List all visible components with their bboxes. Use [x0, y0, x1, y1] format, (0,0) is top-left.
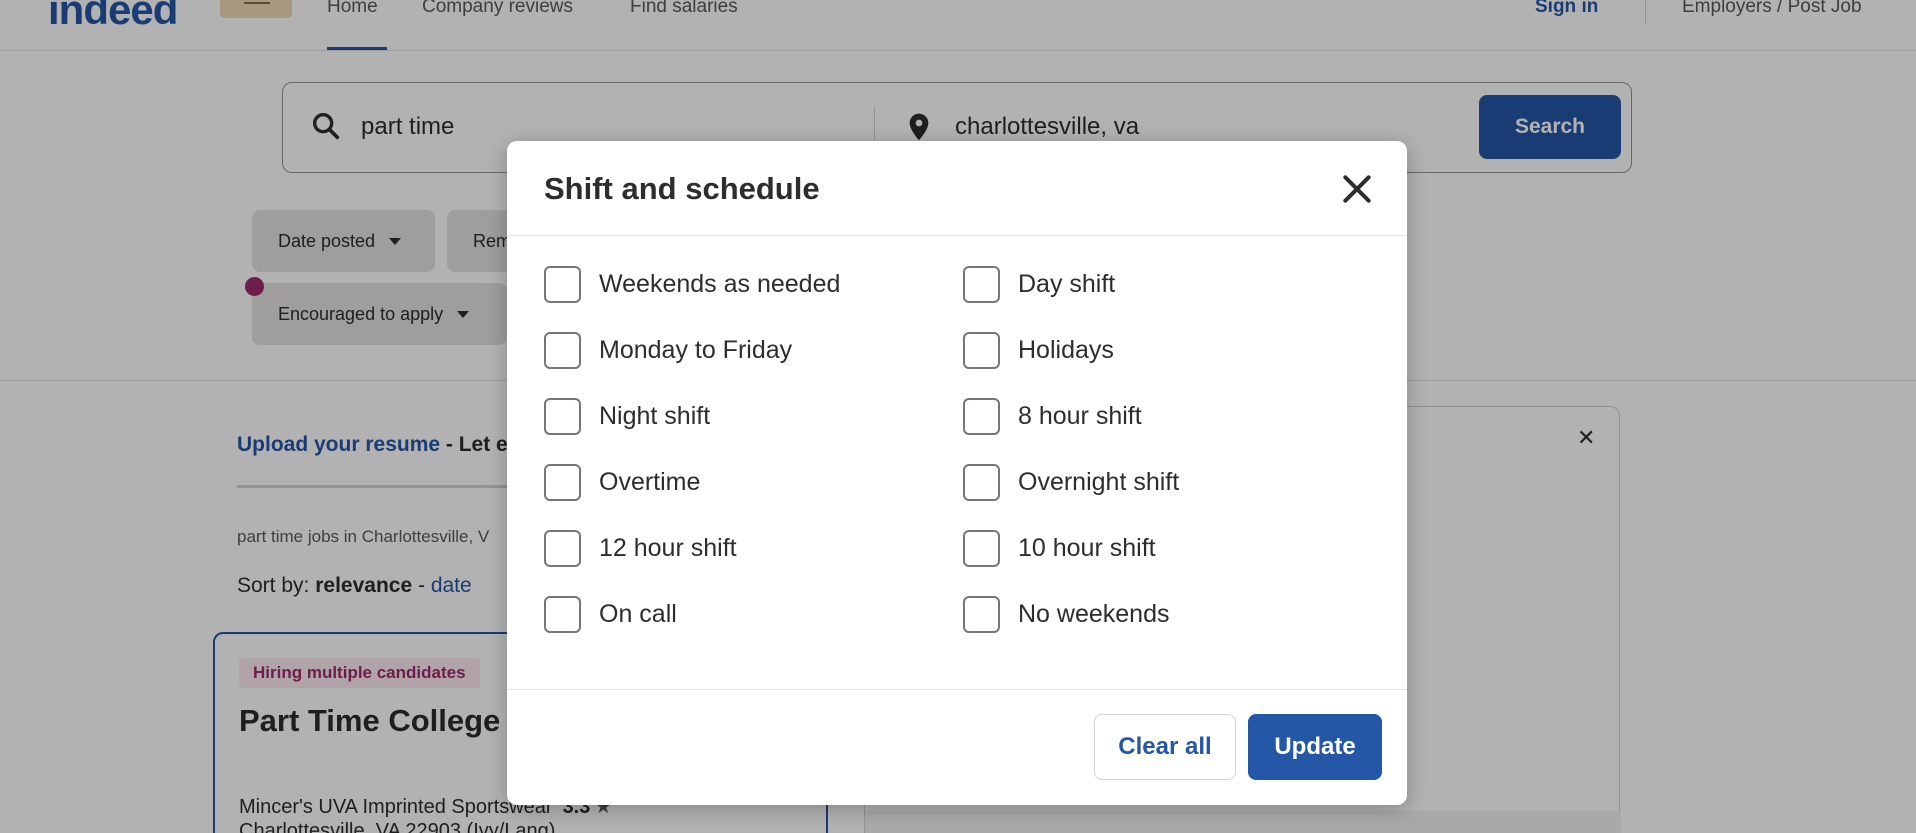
option-monday-to-friday[interactable]: Monday to Friday	[544, 330, 792, 370]
dialog-title: Shift and schedule	[544, 171, 820, 206]
checkbox[interactable]	[963, 331, 1000, 369]
option-no-weekends[interactable]: No weekends	[963, 594, 1169, 634]
dialog-header: Shift and schedule	[507, 141, 1407, 236]
option-label: Overnight shift	[1018, 467, 1180, 496]
update-button[interactable]: Update	[1248, 714, 1382, 780]
checkbox[interactable]	[963, 397, 1000, 435]
option-overnight-shift[interactable]: Overnight shift	[963, 462, 1179, 502]
checkbox[interactable]	[544, 529, 581, 567]
option-day-shift[interactable]: Day shift	[963, 264, 1115, 304]
option-label: No weekends	[1018, 599, 1170, 628]
checkbox[interactable]	[544, 397, 581, 435]
option-label: Holidays	[1018, 335, 1114, 364]
option-label: 10 hour shift	[1018, 533, 1156, 562]
shift-schedule-dialog: Shift and schedule Weekends as needed Mo…	[507, 141, 1407, 805]
option-label: Monday to Friday	[599, 335, 793, 364]
close-icon[interactable]	[1337, 169, 1377, 209]
option-label: 12 hour shift	[599, 533, 737, 562]
dialog-footer: Clear all Update	[507, 689, 1407, 805]
option-holidays[interactable]: Holidays	[963, 330, 1114, 370]
option-on-call[interactable]: On call	[544, 594, 677, 634]
option-8-hour-shift[interactable]: 8 hour shift	[963, 396, 1142, 436]
option-label: Day shift	[1018, 269, 1116, 298]
option-label: Weekends as needed	[599, 269, 841, 298]
option-night-shift[interactable]: Night shift	[544, 396, 710, 436]
checkbox[interactable]	[963, 595, 1000, 633]
option-12-hour-shift[interactable]: 12 hour shift	[544, 528, 737, 568]
checkbox[interactable]	[544, 331, 581, 369]
clear-all-button[interactable]: Clear all	[1094, 714, 1236, 780]
option-label: On call	[599, 599, 677, 628]
option-10-hour-shift[interactable]: 10 hour shift	[963, 528, 1156, 568]
option-weekends-as-needed[interactable]: Weekends as needed	[544, 264, 840, 304]
checkbox[interactable]	[544, 463, 581, 501]
option-label: Night shift	[599, 401, 711, 430]
checkbox[interactable]	[544, 265, 581, 303]
option-label: Overtime	[599, 467, 701, 496]
option-overtime[interactable]: Overtime	[544, 462, 700, 502]
checkbox[interactable]	[544, 595, 581, 633]
checkbox[interactable]	[963, 529, 1000, 567]
option-label: 8 hour shift	[1018, 401, 1142, 430]
checkbox[interactable]	[963, 265, 1000, 303]
checkbox[interactable]	[963, 463, 1000, 501]
